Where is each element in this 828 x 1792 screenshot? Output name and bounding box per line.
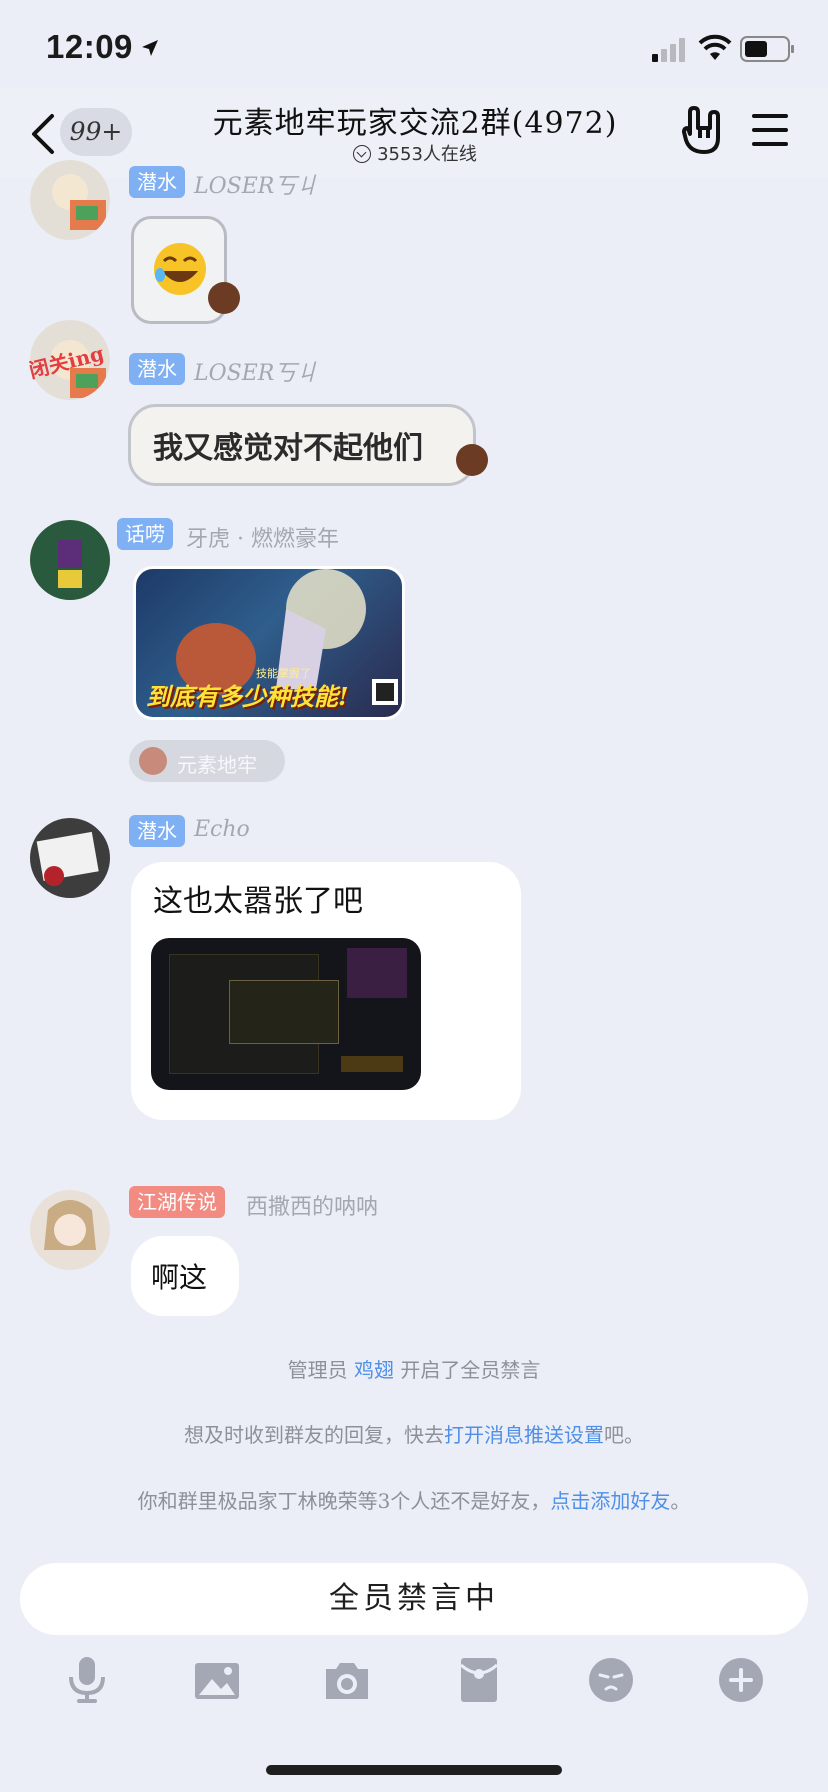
notice-text: 你和群里极品家丁林晚荣等3个人还不是好友， <box>137 1489 551 1513</box>
status-bar: 12:09 <box>0 0 828 100</box>
member-tag: 话唠 <box>117 518 173 550</box>
message-text: 啊这 <box>151 1261 208 1294</box>
image-caption: 到底有多少种技能! <box>146 682 349 711</box>
sender-nickname[interactable]: 西撒西的呐呐 <box>246 1189 378 1221</box>
cellular-signal-icon <box>652 38 685 62</box>
battery-icon <box>740 36 794 62</box>
avatar[interactable] <box>30 818 110 898</box>
decoration-avatar-icon <box>208 282 240 314</box>
sender-nickname[interactable]: LOSER丂丩 <box>194 168 318 200</box>
wifi-icon <box>698 34 732 60</box>
notice-text: 开启了全员禁言 <box>394 1358 541 1382</box>
system-push-notice: 想及时收到群友的回复，快去打开消息推送设置吧。 <box>0 1419 828 1448</box>
status-time: 12:09 <box>46 28 133 65</box>
message-text: 我又感觉对不起他们 <box>153 431 423 466</box>
avatar[interactable] <box>30 160 110 240</box>
camera-icon[interactable] <box>322 1655 372 1705</box>
image-icon[interactable] <box>192 1655 242 1705</box>
member-tag: 潜水 <box>129 815 185 847</box>
message-text: 这也太嚣张了吧 <box>153 884 363 919</box>
screenshot-art <box>347 948 407 998</box>
red-packet-icon[interactable] <box>454 1655 504 1705</box>
message-bubble[interactable]: 这也太嚣张了吧 <box>131 862 521 1120</box>
image-message[interactable]: 到底有多少种技能! 技能掌握了 <box>133 566 405 720</box>
decoration-avatar-icon <box>456 444 488 476</box>
system-mute-notice: 管理员 鸡翅 开启了全员禁言 <box>0 1354 828 1383</box>
image-attachment[interactable] <box>151 938 421 1090</box>
sender-nickname[interactable]: LOSER丂丩 <box>194 355 318 387</box>
add-friend-link[interactable]: 点击添加好友 <box>550 1489 670 1513</box>
chip-avatar <box>139 747 167 775</box>
message-bubble[interactable]: 我又感觉对不起他们 <box>128 404 476 486</box>
notice-text: 。 <box>670 1489 691 1513</box>
member-tag: 潜水 <box>129 166 185 198</box>
home-indicator <box>266 1765 562 1775</box>
avatar[interactable] <box>30 520 110 600</box>
location-arrow-icon <box>142 40 158 56</box>
sender-nickname[interactable]: Echo <box>194 817 250 842</box>
member-tag: 潜水 <box>129 353 185 385</box>
back-arrow-icon[interactable] <box>28 112 58 156</box>
image-subcaption: 技能掌握了 <box>256 667 311 680</box>
plus-icon[interactable] <box>716 1655 766 1705</box>
group-title[interactable]: 元素地牢玩家交流2群(4972) <box>160 98 670 142</box>
member-tag: 江湖传说 <box>129 1186 225 1218</box>
sender-nickname[interactable]: 牙虎 · 燃燃豪年 <box>186 521 339 553</box>
chevron-down-icon <box>353 145 372 163</box>
message-bubble[interactable]: 啊这 <box>131 1236 239 1316</box>
emoji-icon[interactable] <box>586 1655 636 1705</box>
system-friend-notice: 你和群里极品家丁林晚荣等3个人还不是好友，点击添加好友。 <box>0 1485 828 1514</box>
mention-chip[interactable]: 元素地牢 <box>129 740 285 782</box>
chat-header: 99+ 元素地牢玩家交流2群(4972) 3553人在线 <box>0 88 828 178</box>
rock-hand-icon[interactable] <box>680 106 724 156</box>
avatar[interactable] <box>30 1190 110 1270</box>
notice-text: 吧。 <box>604 1423 644 1447</box>
screenshot-popup <box>229 980 339 1044</box>
muted-input-bar[interactable]: 全员禁言中 <box>20 1563 808 1635</box>
push-settings-link[interactable]: 打开消息推送设置 <box>444 1423 604 1447</box>
hamburger-menu-icon[interactable] <box>750 112 790 148</box>
notice-text: 想及时收到群友的回复，快去 <box>184 1423 444 1447</box>
unread-count-badge[interactable]: 99+ <box>60 108 132 156</box>
online-count[interactable]: 3553人在线 <box>160 140 670 166</box>
online-count-label: 3553人在线 <box>377 144 477 165</box>
screenshot-button <box>341 1056 403 1072</box>
laughing-tears-emoji-icon <box>154 243 206 295</box>
microphone-icon[interactable] <box>62 1655 112 1705</box>
mention-chip-label: 元素地牢 <box>177 753 257 777</box>
notice-text: 管理员 <box>287 1358 354 1382</box>
admin-name-link[interactable]: 鸡翅 <box>354 1358 394 1382</box>
